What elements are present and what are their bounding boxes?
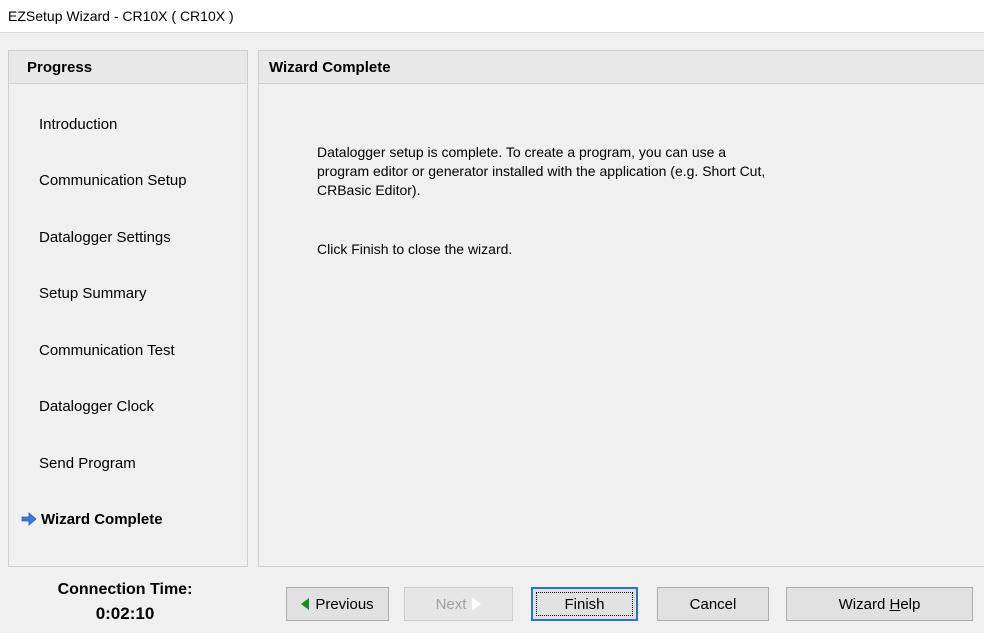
progress-header: Progress <box>9 51 247 84</box>
finish-button[interactable]: Finish <box>531 587 638 621</box>
progress-panel: Progress Introduction Communication Setu… <box>8 50 248 567</box>
help-label-accelerator: H <box>889 595 901 613</box>
step-wizard-complete: Wizard Complete <box>21 511 163 528</box>
completion-message: Datalogger setup is complete. To create … <box>317 143 917 200</box>
message-line-1: Datalogger setup is complete. To create … <box>317 144 727 160</box>
window-title: EZSetup Wizard - CR10X ( CR10X ) <box>8 8 234 24</box>
help-label-prefix: Wizard <box>838 595 890 613</box>
step-communication-setup: Communication Setup <box>39 172 187 189</box>
cancel-button[interactable]: Cancel <box>657 587 769 621</box>
content-panel: Wizard Complete Datalogger setup is comp… <box>258 50 984 567</box>
connection-time-label: Connection Time: <box>57 581 193 598</box>
current-step-label: Wizard Complete <box>41 511 163 528</box>
message-line-3: CRBasic Editor). <box>317 182 421 198</box>
step-send-program: Send Program <box>39 455 136 472</box>
help-label-suffix: elp <box>900 595 921 613</box>
wizard-help-button[interactable]: Wizard Help <box>786 587 973 621</box>
step-datalogger-clock: Datalogger Clock <box>39 398 155 415</box>
content-title: Wizard Complete <box>269 59 391 76</box>
title-bar: EZSetup Wizard - CR10X ( CR10X ) <box>0 0 984 33</box>
message-line-2: program editor or generator installed wi… <box>317 163 766 179</box>
back-arrow-icon <box>301 598 310 610</box>
wizard-window: EZSetup Wizard - CR10X ( CR10X ) Progres… <box>0 0 984 633</box>
step-introduction: Introduction <box>39 116 118 133</box>
previous-button[interactable]: Previous <box>286 587 389 621</box>
finish-instruction: Click Finish to close the wizard. <box>317 241 513 257</box>
step-datalogger-settings: Datalogger Settings <box>39 229 171 246</box>
progress-header-label: Progress <box>27 59 93 76</box>
wizard-help-label: Wizard Help <box>839 596 921 613</box>
next-button-label: Next <box>435 595 467 613</box>
content-header: Wizard Complete <box>259 51 984 84</box>
previous-button-label: Previous <box>315 595 374 613</box>
arrow-right-icon <box>21 512 37 526</box>
forward-arrow-icon <box>472 597 482 611</box>
connection-time-value: 0:02:10 <box>95 604 155 623</box>
cancel-button-label: Cancel <box>689 595 737 613</box>
next-button[interactable]: Next <box>404 587 513 621</box>
focus-ring <box>536 592 633 616</box>
step-setup-summary: Setup Summary <box>39 285 147 302</box>
step-communication-test: Communication Test <box>39 342 175 359</box>
